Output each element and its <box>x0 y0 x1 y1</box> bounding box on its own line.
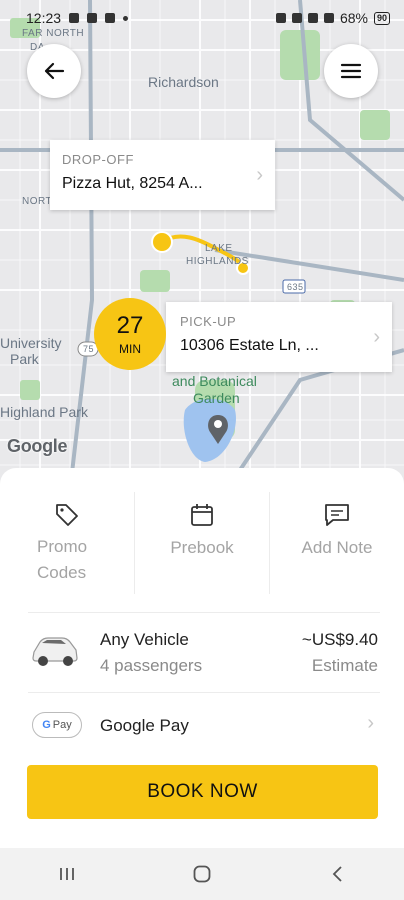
tag-icon <box>56 504 78 526</box>
map-label-lake: LAKE <box>205 243 233 254</box>
add-note-button[interactable]: Add Note <box>269 492 404 594</box>
payment-method-name: Google Pay <box>100 716 189 735</box>
pickup-card[interactable]: PICK-UP 10306 Estate Ln, ... › <box>166 302 392 372</box>
promo-codes-button[interactable]: Promo Codes <box>0 492 134 594</box>
dropoff-address: Pizza Hut, 8254 A... <box>62 175 203 192</box>
book-now-button[interactable]: BOOK NOW <box>27 765 378 819</box>
recent-apps-button[interactable] <box>47 854 87 894</box>
vehicle-name: Any Vehicle <box>100 630 189 649</box>
system-back-button[interactable] <box>317 854 357 894</box>
chevron-right-icon: › <box>367 712 374 734</box>
map-label-richardson: Richardson <box>148 74 219 90</box>
map-label-hwy-635: 635 <box>287 282 304 292</box>
status-time: 12:23 <box>26 10 62 26</box>
google-logo: Google <box>7 436 68 456</box>
add-note-label: Add Note <box>301 538 373 557</box>
more-notifications-icon <box>123 15 129 21</box>
menu-button[interactable] <box>324 44 378 98</box>
map-label-park: Park <box>10 351 39 367</box>
calendar-icon <box>191 504 213 526</box>
wifi-icon <box>307 13 318 23</box>
signal-icon <box>323 13 334 23</box>
vehicle-row[interactable]: Any Vehicle 4 passengers ~US$9.40 Estima… <box>0 618 404 678</box>
chevron-right-icon: › <box>256 164 263 186</box>
back-button[interactable] <box>27 44 81 98</box>
chevron-right-icon: › <box>373 326 380 348</box>
prebook-button[interactable]: Prebook <box>134 492 269 594</box>
map-label-highlands: HIGHLANDS <box>186 256 249 267</box>
options-row: Promo Codes Prebook Add Note <box>0 492 404 594</box>
promo-codes-label: Promo Codes <box>37 537 88 582</box>
alarm-icon <box>275 13 286 23</box>
home-icon <box>193 865 211 883</box>
map-label-hwy-75: 75 <box>83 344 95 354</box>
payment-row[interactable]: G Pay Google Pay › <box>0 700 404 750</box>
map-label-garden: Garden <box>193 390 240 406</box>
pickup-label: PICK-UP <box>180 314 237 329</box>
divider <box>28 692 380 693</box>
map-label-highland-park: Highland Park <box>0 404 88 420</box>
arrow-left-icon <box>44 62 65 80</box>
vehicle-price-note: Estimate <box>311 656 378 675</box>
message-notification-icon <box>69 13 80 23</box>
home-button[interactable] <box>182 854 222 894</box>
booking-sheet: Promo Codes Prebook Add Note Any Vehicle… <box>0 468 404 848</box>
status-bar: 12:23 68% 90 <box>0 0 404 36</box>
download-notification-icon <box>87 13 98 23</box>
dropoff-label: DROP-OFF <box>62 152 134 167</box>
map-label-north: NORT <box>22 196 53 207</box>
back-chevron-icon <box>332 866 342 882</box>
vehicle-passengers: 4 passengers <box>100 656 203 675</box>
message-icon <box>325 504 349 526</box>
divider <box>28 612 380 613</box>
eta-badge: 27 MIN <box>94 298 166 370</box>
dropoff-card[interactable]: DROP-OFF Pizza Hut, 8254 A... › <box>50 140 275 210</box>
battery-percent: 68% <box>339 10 368 26</box>
prebook-label: Prebook <box>170 538 234 557</box>
map-label-botanical: and Botanical <box>172 373 257 389</box>
eta-unit: MIN <box>119 341 141 356</box>
mute-icon <box>291 13 302 23</box>
vehicle-price: ~US$9.40 <box>301 630 378 649</box>
car-icon <box>32 637 78 666</box>
battery-icon: 90 <box>373 11 390 25</box>
recent-apps-icon <box>60 868 75 880</box>
hamburger-menu-icon <box>340 63 362 79</box>
app-notification-icon <box>105 13 116 23</box>
google-pay-badge-icon: G Pay <box>32 712 82 738</box>
pickup-address: 10306 Estate Ln, ... <box>180 337 319 354</box>
system-nav-bar <box>0 848 404 900</box>
map-label-university: University <box>0 335 62 351</box>
eta-minutes: 27 <box>116 311 144 339</box>
